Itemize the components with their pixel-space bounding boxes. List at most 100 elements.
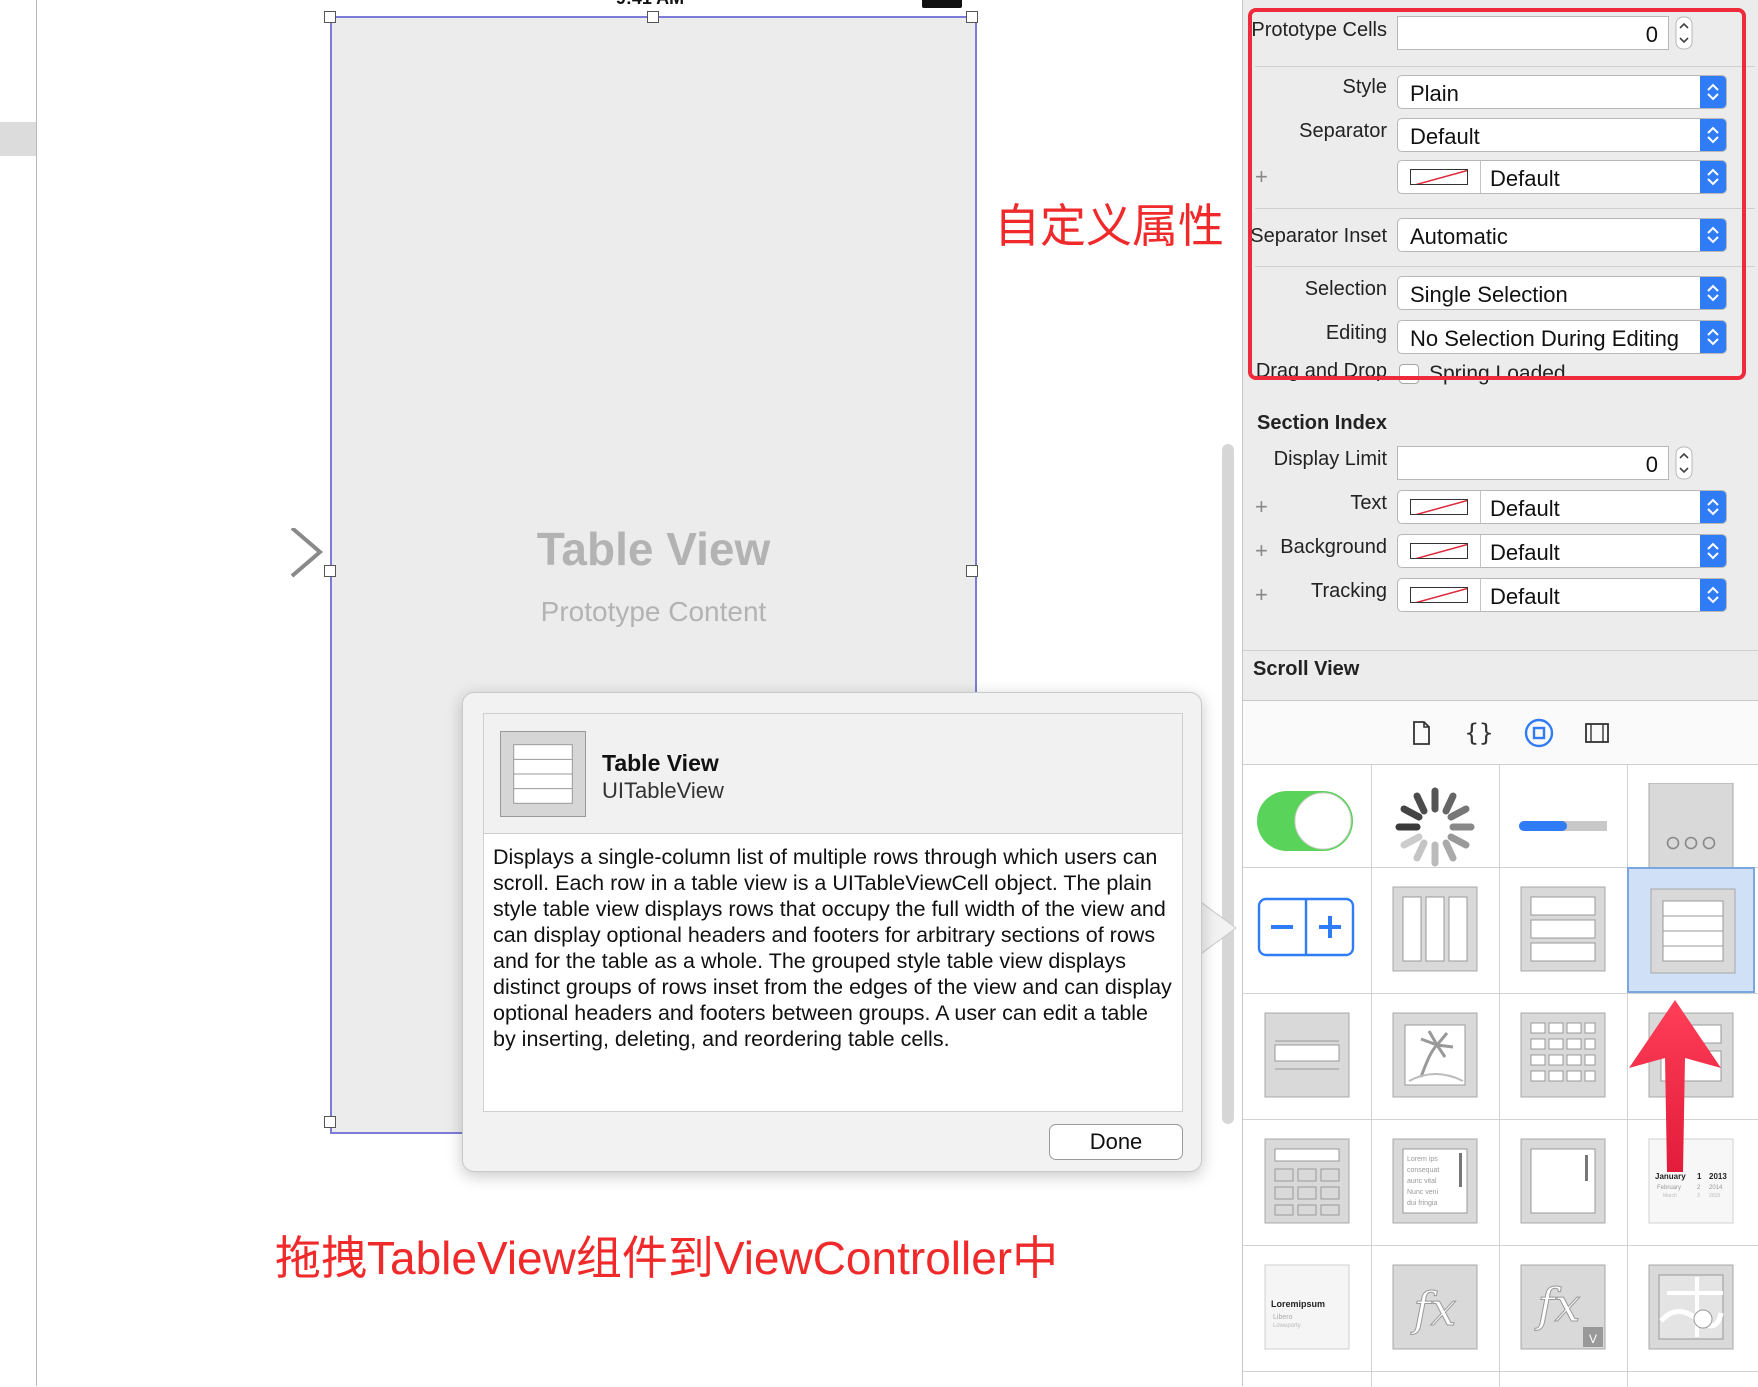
scroll-view-title: Scroll View [1253,658,1360,680]
quick-help-header: Table View UITableView [484,714,1182,834]
quick-help-description: Displays a single-column list of multipl… [493,845,1172,1051]
stepper-icon [1257,897,1355,957]
scroll-view-icon [1520,1138,1606,1224]
table-view-icon [1650,888,1736,974]
library-item-map-view[interactable] [1627,1245,1755,1371]
background-color-value: Default [1490,540,1560,565]
divider [1480,491,1481,523]
label-sample-line: Loweporty [1273,1323,1301,1329]
date-picker-year: 2015 [1709,1193,1720,1199]
display-limit-value: 0 [1645,452,1658,477]
default-color-swatch-icon [1410,499,1468,515]
library-item-function[interactable]: fx [1371,1245,1499,1371]
date-picker-month: February [1657,1185,1681,1191]
label-sample-title: Loremipsum [1271,1299,1325,1309]
tracking-color-value: Default [1490,584,1560,609]
display-limit-label: Display Limit [1273,448,1387,470]
library-item-label[interactable]: Loremipsum Libero Loweporty [1243,1245,1371,1371]
progress-view-icon [1519,821,1607,831]
tracking-color-popup[interactable]: Default [1397,578,1727,612]
library-item-collection-view-cell[interactable] [1243,1119,1371,1245]
background-color-label: Background [1280,536,1387,558]
library-item-table-view[interactable] [1627,867,1755,993]
horizontal-stack-icon [1392,886,1478,972]
library-item-scroll-view[interactable] [1499,1119,1627,1245]
divider [1480,579,1481,611]
text-color-popup[interactable]: Default [1397,490,1727,524]
file-icon[interactable] [1405,717,1437,749]
fx-label: fx [1535,1278,1581,1332]
text-view-icon: Lorem ips consequat aunc vital Nunc veni… [1392,1138,1478,1224]
text-view-line: Lorem ips [1407,1156,1438,1163]
library-item-image-view[interactable] [1371,993,1499,1119]
quick-help-title: Table View [602,750,719,776]
placeholder-subtitle: Prototype Content [540,596,767,627]
default-color-swatch-icon [1410,587,1468,603]
display-limit-field[interactable]: 0 [1397,446,1669,480]
divider [1243,650,1758,651]
library-tab-bar: {} [1243,701,1758,765]
fx-label: fx [1411,1282,1457,1336]
image-view-icon [1392,1012,1478,1098]
quick-help-class-name: UITableView [602,778,724,803]
popover-arrow-icon [1198,900,1237,956]
table-view-icon [500,731,586,817]
braces-icon[interactable]: {} [1463,717,1495,749]
divider [1243,1371,1758,1372]
collection-view-cell-icon [1264,1138,1350,1224]
background-color-popup[interactable]: Default [1397,534,1727,568]
resize-handle[interactable] [324,11,336,23]
library-item-stepper[interactable] [1243,867,1371,993]
done-button[interactable]: Done [1049,1124,1183,1160]
date-picker-day: 3 [1697,1193,1700,1199]
chevron-updown-icon [1700,579,1726,611]
activity-indicator-icon [1395,787,1475,867]
library-item-text-view[interactable]: Lorem ips consequat aunc vital Nunc veni… [1371,1119,1499,1245]
red-arrow-icon [1629,1000,1721,1172]
table-view-cell-icon [1264,1012,1350,1098]
resize-handle[interactable] [966,11,978,23]
fx-badge: V [1589,1332,1597,1346]
date-picker-month: March [1663,1193,1677,1199]
outline-toggle[interactable] [0,122,36,156]
battery-icon [922,0,962,8]
library-item-stack-view-vertical[interactable] [1499,867,1627,993]
divider [1480,535,1481,567]
inspector-scrollbar[interactable] [1222,444,1234,1124]
function-variable-icon: fx V [1520,1264,1606,1350]
library-item-table-view-cell[interactable] [1243,993,1371,1119]
section-index-title: Section Index [1257,412,1388,434]
vertical-stack-icon [1520,886,1606,972]
library-item-collection-view[interactable] [1499,993,1627,1119]
svg-text:{}: {} [1465,719,1494,747]
text-color-value: Default [1490,496,1560,521]
label-icon: Loremipsum Libero Loweporty [1264,1264,1350,1350]
placeholder-title: Table View [536,523,771,575]
library-item-function-variable[interactable]: fx V [1499,1245,1627,1371]
text-view-line: consequat [1407,1167,1439,1174]
text-color-label: Text [1350,492,1387,514]
entry-point-arrow-icon[interactable] [150,528,330,588]
switch-icon [1257,791,1353,851]
resize-handle[interactable] [647,11,659,23]
label-sample-line: Libero [1273,1314,1293,1321]
function-icon: fx [1392,1264,1478,1350]
text-view-line: dui fringia [1407,1200,1437,1207]
text-view-line: aunc vital [1407,1178,1437,1185]
object-icon[interactable] [1523,717,1555,749]
text-view-line: Nunc veni [1407,1189,1439,1196]
default-color-swatch-icon [1410,543,1468,559]
chevron-updown-icon [1700,535,1726,567]
resize-handle[interactable] [324,1116,336,1128]
map-view-icon [1648,1264,1734,1350]
quick-help-popover: Table View UITableView Displays a single… [462,692,1202,1172]
display-limit-stepper[interactable] [1675,446,1693,480]
annotation-custom-properties: 自定义属性 [994,200,1224,252]
page-control-icon [1648,783,1734,870]
canvas-divider [36,0,37,1386]
highlight-box [1248,8,1746,380]
library-item-stack-view-horizontal[interactable] [1371,867,1499,993]
quick-help-panel: Table View UITableView Displays a single… [483,713,1183,1112]
media-icon[interactable] [1581,717,1613,749]
tracking-color-label: Tracking [1311,580,1387,602]
